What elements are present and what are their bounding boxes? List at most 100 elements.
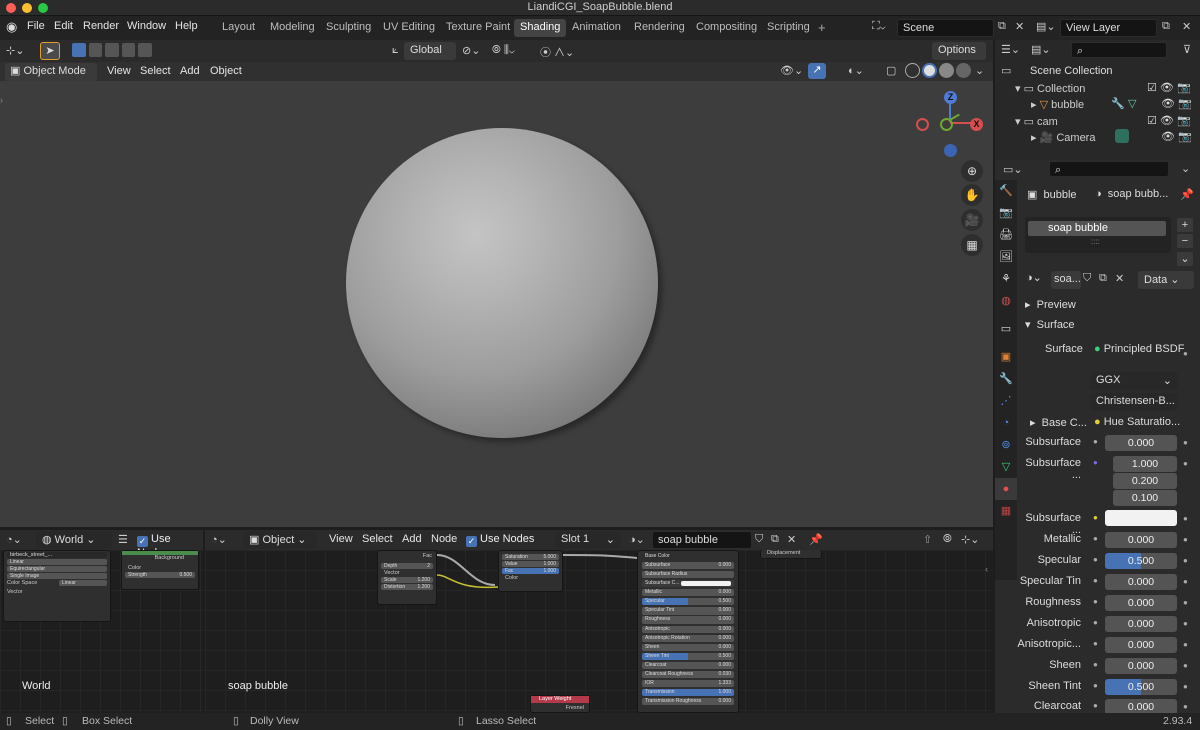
options-dropdown[interactable]: Options ⌄ [932, 42, 986, 69]
distribution-dropdown[interactable]: GGX ⌄ [1090, 372, 1178, 390]
wave-distortion-field[interactable]: Distortion 1.200 [381, 584, 433, 590]
camera-view-icon[interactable]: 🎥 [961, 209, 983, 231]
bubble-sphere-mesh[interactable] [346, 128, 658, 438]
background-strength-field[interactable]: Strength 0.500 [125, 572, 195, 578]
parent-node-tree-icon[interactable]: ⇧ [923, 533, 932, 546]
view-layer-tab-icon[interactable]: 🖼 [995, 246, 1017, 268]
slot-dropdown[interactable]: Slot 1 ⌄ [555, 531, 621, 549]
rendered-shading-icon[interactable] [956, 63, 971, 78]
base-color-row[interactable]: ▸ Base C... [1030, 416, 1087, 429]
menu-window[interactable]: Window [127, 20, 166, 32]
shader-menu-view[interactable]: View [329, 533, 353, 545]
tab-compositing[interactable]: Compositing [690, 19, 763, 37]
tab-rendering[interactable]: Rendering [628, 19, 691, 37]
hsv-saturation-field[interactable]: Saturation 5.000 [502, 554, 559, 560]
keyframe-dot-icon[interactable]: ● [1183, 349, 1188, 358]
sidebar-expand-icon[interactable]: ‹ [985, 564, 988, 574]
add-slot-button[interactable]: + [1177, 218, 1193, 232]
view-layer-icon[interactable]: ▤⌄ [1036, 20, 1056, 33]
gizmo-toggle-icon[interactable]: ↗ [808, 63, 826, 79]
surface-shader-field[interactable]: ● Principled BSDF [1094, 343, 1184, 355]
pan-hand-icon[interactable]: ✋ [961, 184, 983, 206]
pivot-icon[interactable]: ⊘⌄ [462, 44, 480, 57]
constraints-tab-icon[interactable]: ⊚ [995, 434, 1017, 456]
bsdf-input-row[interactable]: Base Color [642, 553, 734, 560]
properties-editor-type-icon[interactable]: ▭⌄ [1003, 163, 1023, 176]
bsdf-input-row[interactable]: Clearcoat 0.000 [642, 661, 734, 670]
remove-slot-button[interactable]: − [1177, 234, 1193, 248]
transform-orientation-dropdown[interactable]: Global ⌄ [404, 42, 456, 69]
env-source-field[interactable]: Single Image [7, 573, 107, 579]
menu-file[interactable]: File [27, 20, 45, 32]
world-editor-type-icon[interactable]: ◔⌄ [6, 533, 22, 546]
roughness-field[interactable]: 0.000 [1105, 595, 1177, 611]
shader-fake-user-icon[interactable]: ⛉ [755, 533, 763, 546]
keyframe-dot-icon[interactable]: ● [1183, 577, 1188, 586]
snap-icon[interactable]: ⦾ ⫼⌄ [492, 44, 515, 57]
output-tab-icon[interactable]: 🖨 [995, 224, 1017, 246]
subsurface-radius-z-field[interactable]: 0.100 [1113, 490, 1177, 506]
tool-tab-icon[interactable]: 🔨 [995, 180, 1017, 202]
material-tab-icon[interactable]: ● [995, 478, 1017, 500]
env-interp-field[interactable]: Linear [7, 559, 107, 565]
env-color-space-field[interactable]: Linear [59, 580, 107, 586]
wave-scale-field[interactable]: Scale 1.200 [381, 577, 433, 583]
menu-render[interactable]: Render [83, 20, 119, 32]
camera-row[interactable]: ▸ 🎥 Camera [1031, 131, 1095, 144]
background-node[interactable]: Background Color Strength 0.500 [121, 550, 199, 590]
viewport-menu-object[interactable]: Object [210, 65, 242, 77]
select-invert-icon[interactable] [121, 43, 136, 57]
pin-icon[interactable]: 📌 [1180, 188, 1194, 201]
node-snap-icon[interactable]: ⦾ [943, 533, 952, 546]
material-output-node[interactable]: Displacement [760, 550, 822, 559]
bubble-row[interactable]: ▸ ▽ bubble [1031, 98, 1084, 111]
material-browse-node-icon[interactable]: ◑⌄ [629, 533, 645, 546]
subsurface-color-swatch[interactable] [1105, 510, 1177, 526]
toolbar-expand-icon[interactable]: › [0, 95, 3, 105]
keyframe-dot-icon[interactable]: ● [1183, 535, 1188, 544]
add-workspace-icon[interactable]: + [818, 20, 826, 35]
shader-use-nodes-checkbox[interactable]: ✓ Use Nodes [466, 533, 534, 547]
bsdf-input-row[interactable]: Sheen Tint 0.500 [642, 652, 734, 660]
scene-icon[interactable]: ⛶⌄ [872, 20, 886, 33]
object-tab-icon[interactable]: ▣ [995, 346, 1017, 368]
object-mode-dropdown[interactable]: ▣ Object Mode ⌄ [5, 63, 97, 90]
select-new-icon[interactable] [72, 43, 86, 57]
gizmo-x-icon[interactable]: X [970, 118, 983, 131]
subsurface-radius-y-field[interactable]: 0.200 [1113, 473, 1177, 489]
keyframe-dot-icon[interactable]: ● [1183, 438, 1188, 447]
list-resize-handle[interactable]: :::: [1091, 237, 1100, 246]
data-tab-icon[interactable]: ▽ [995, 456, 1017, 478]
anisotropic-rotation-field[interactable]: 0.000 [1105, 637, 1177, 653]
bsdf-input-row[interactable]: Anisotropic 0.000 [642, 625, 734, 633]
gizmo-neg-x-icon[interactable] [916, 118, 929, 131]
bsdf-input-row[interactable]: Subsurface C... [642, 580, 734, 588]
particles-tab-icon[interactable]: ⋰ [995, 390, 1017, 412]
tab-sculpting[interactable]: Sculpting [320, 19, 377, 37]
render-tab-icon[interactable]: 📷 [995, 202, 1017, 224]
env-image-field[interactable]: birbeck_street_... [7, 552, 107, 558]
new-view-layer-icon[interactable]: ⧉ [1162, 20, 1170, 33]
keyframe-dot-icon[interactable]: ● [1183, 702, 1188, 711]
bsdf-input-row[interactable]: Clearcoat Roughness 0.030 [642, 670, 734, 679]
select-tool-icon[interactable]: ➤ [40, 42, 60, 60]
tab-shading[interactable]: Shading [514, 19, 567, 37]
shader-unlink-icon[interactable]: ✕ [787, 533, 796, 546]
layer-weight-node[interactable]: Layer Weight Fresnel [530, 695, 590, 713]
bsdf-input-row[interactable]: Transmission 1.000 [642, 689, 734, 697]
outliner-editor-type-icon[interactable]: ☰⌄ [1001, 43, 1020, 56]
surface-panel-header[interactable]: ▾ Surface [1025, 318, 1075, 331]
env-projection-field[interactable]: Equirectangular [7, 566, 107, 572]
shader-pin-icon[interactable]: 📌 [809, 533, 823, 546]
texture-tab-icon[interactable]: ▦ [995, 500, 1017, 522]
wireframe-shading-icon[interactable] [905, 63, 920, 78]
environment-texture-node[interactable]: birbeck_street_... Linear Equirectangula… [3, 550, 111, 622]
keyframe-dot-icon[interactable]: ● [1183, 640, 1188, 649]
tab-scripting[interactable]: Scripting [761, 19, 816, 37]
delete-view-layer-icon[interactable]: ✕ [1182, 20, 1191, 33]
world-menu-icon[interactable]: ☰ [118, 533, 128, 546]
modifier-tab-icon[interactable]: 🔧 [995, 368, 1017, 390]
anisotropic-field[interactable]: 0.000 [1105, 616, 1177, 632]
shader-menu-node[interactable]: Node [431, 533, 457, 545]
fake-user-icon[interactable]: ⛉ [1083, 272, 1091, 285]
